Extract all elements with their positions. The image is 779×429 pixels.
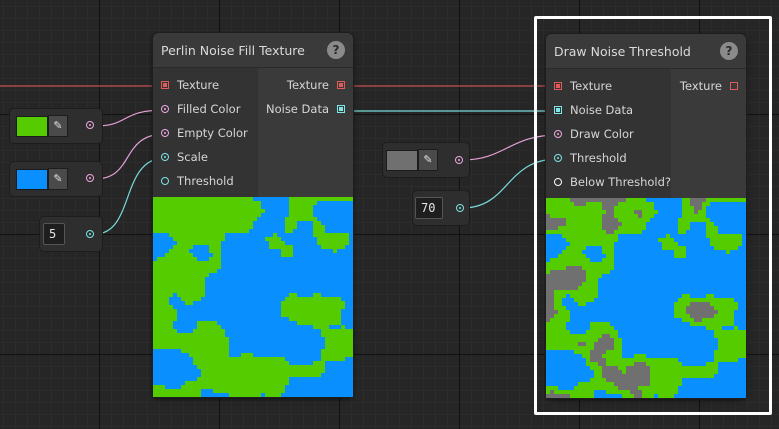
port-label: Texture bbox=[177, 78, 220, 92]
help-icon[interactable]: ? bbox=[720, 42, 738, 60]
empty-color-swatch[interactable] bbox=[16, 169, 48, 190]
port-label: Noise Data bbox=[570, 103, 634, 117]
draw-color-field: ✎ bbox=[383, 143, 469, 177]
port-label: Below Threshold? bbox=[570, 175, 672, 189]
eyedropper-icon[interactable]: ✎ bbox=[48, 168, 68, 190]
port-label: Texture bbox=[286, 78, 329, 92]
texture-preview bbox=[546, 198, 746, 398]
threshold-field: 70 bbox=[413, 191, 469, 225]
noise-socket[interactable] bbox=[554, 106, 562, 114]
node-title: Draw Noise Threshold bbox=[554, 44, 691, 59]
draw-noise-threshold-node[interactable]: Draw Noise Threshold ? Texture Noise Dat… bbox=[546, 34, 746, 398]
port-label: Filled Color bbox=[177, 102, 241, 116]
threshold-output-socket[interactable] bbox=[456, 204, 464, 212]
input-port-texture[interactable]: Texture bbox=[546, 74, 671, 98]
node-header[interactable]: Perlin Noise Fill Texture ? bbox=[153, 33, 353, 68]
input-port-threshold[interactable]: Threshold bbox=[153, 169, 258, 193]
color-socket[interactable] bbox=[161, 129, 169, 137]
input-port-threshold[interactable]: Threshold bbox=[546, 146, 671, 170]
node-title: Perlin Noise Fill Texture bbox=[161, 43, 305, 58]
filled-color-output-socket[interactable] bbox=[86, 121, 94, 129]
scale-output-socket[interactable] bbox=[86, 230, 94, 238]
texture-socket[interactable] bbox=[161, 81, 169, 89]
noise-socket[interactable] bbox=[337, 105, 345, 113]
filled-color-swatch[interactable] bbox=[16, 116, 48, 137]
node-header[interactable]: Draw Noise Threshold ? bbox=[546, 34, 746, 69]
port-label: Scale bbox=[177, 150, 208, 164]
threshold-value-input[interactable]: 70 bbox=[415, 197, 443, 219]
help-icon[interactable]: ? bbox=[327, 41, 345, 59]
port-label: Threshold bbox=[570, 151, 627, 165]
float-socket[interactable] bbox=[161, 177, 169, 185]
color-socket[interactable] bbox=[161, 105, 169, 113]
texture-socket[interactable] bbox=[337, 81, 345, 89]
bool-socket[interactable] bbox=[554, 178, 562, 186]
wire-draw-color bbox=[461, 134, 559, 161]
port-label: Empty Color bbox=[177, 126, 248, 140]
draw-color-output-socket[interactable] bbox=[455, 156, 463, 164]
port-label: Texture bbox=[570, 79, 613, 93]
port-label: Threshold bbox=[177, 174, 234, 188]
output-port-noise-data[interactable]: Noise Data bbox=[258, 97, 353, 121]
draw-color-swatch[interactable] bbox=[386, 150, 418, 171]
input-port-noise-data[interactable]: Noise Data bbox=[546, 98, 671, 122]
empty-color-output-socket[interactable] bbox=[86, 174, 94, 182]
eyedropper-icon[interactable]: ✎ bbox=[48, 115, 68, 137]
float-socket[interactable] bbox=[161, 153, 169, 161]
input-port-draw-color[interactable]: Draw Color bbox=[546, 122, 671, 146]
port-label: Texture bbox=[679, 79, 722, 93]
float-socket[interactable] bbox=[554, 154, 562, 162]
input-port-texture[interactable]: Texture bbox=[153, 73, 258, 97]
output-port-texture[interactable]: Texture bbox=[258, 73, 353, 97]
texture-socket[interactable] bbox=[554, 82, 562, 90]
empty-color-field: ✎ bbox=[10, 162, 102, 196]
texture-preview bbox=[153, 197, 353, 397]
output-port-texture[interactable]: Texture bbox=[671, 74, 746, 98]
port-label: Noise Data bbox=[265, 102, 329, 116]
scale-field: 5 bbox=[40, 217, 102, 251]
filled-color-field: ✎ bbox=[10, 109, 102, 143]
wire-threshold bbox=[461, 158, 559, 209]
input-port-below-threshold[interactable]: Below Threshold? bbox=[546, 170, 671, 194]
input-port-empty-color[interactable]: Empty Color bbox=[153, 121, 258, 145]
scale-value-input[interactable]: 5 bbox=[43, 223, 65, 245]
texture-socket[interactable] bbox=[730, 82, 738, 90]
port-label: Draw Color bbox=[570, 127, 634, 141]
color-socket[interactable] bbox=[554, 130, 562, 138]
perlin-noise-fill-texture-node[interactable]: Perlin Noise Fill Texture ? Texture Fill… bbox=[153, 33, 353, 397]
input-port-scale[interactable]: Scale bbox=[153, 145, 258, 169]
eyedropper-icon[interactable]: ✎ bbox=[418, 149, 438, 171]
input-port-filled-color[interactable]: Filled Color bbox=[153, 97, 258, 121]
